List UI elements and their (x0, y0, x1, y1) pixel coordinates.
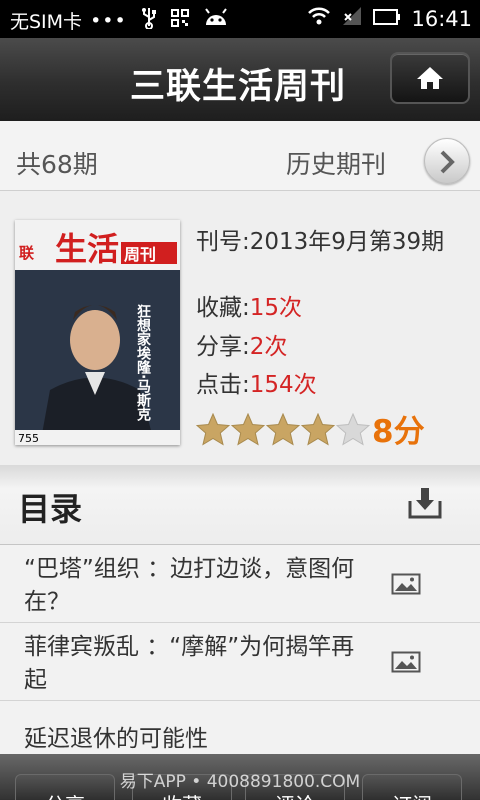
wifi-icon (307, 6, 331, 31)
cover-masthead-left: 联 (19, 244, 35, 262)
watermark-text: 易下APP • 4008891800.COM (119, 772, 361, 792)
home-icon (417, 67, 443, 89)
catalog-item-text: “巴塔”组织 ：边打边谈，意图何在？ (24, 556, 355, 615)
page-title: 三联生活周刊 (130, 67, 347, 107)
chevron-right-icon (440, 150, 455, 174)
shares-value: 2次 (249, 334, 288, 360)
issue-count: 共68期 (16, 150, 98, 179)
history-arrow-button[interactable] (424, 138, 470, 184)
favorites-field: 收藏:15次 (196, 288, 302, 322)
android-icon (203, 8, 229, 33)
clicks-field: 点击:154次 (196, 365, 317, 399)
star-filled-icon (196, 413, 230, 446)
home-button[interactable] (390, 52, 470, 104)
cover-image: 联 生活 周刊 狂想家埃隆·马斯克 755 (15, 220, 180, 445)
more-notifications-dots: ••• (90, 9, 127, 32)
issue-label: 刊号: (196, 229, 250, 255)
image-icon (391, 651, 421, 673)
shares-label: 分享: (196, 334, 250, 360)
rating-stars (196, 413, 371, 446)
magazine-cover[interactable]: 联 生活 周刊 狂想家埃隆·马斯克 755 (15, 220, 180, 445)
clicks-label: 点击: (196, 372, 250, 398)
catalog-item-text: 延迟退休的可能性 (24, 726, 208, 752)
download-button[interactable] (408, 487, 442, 523)
cover-masthead-right: 周刊 (124, 245, 156, 264)
catalog-item[interactable]: 菲律宾叛乱 ：“摩解”为何揭竿再起 (0, 623, 480, 701)
battery-icon (373, 7, 401, 31)
status-bar: 无SIM卡 ••• 16:41 (0, 0, 480, 38)
star-filled-icon (231, 413, 265, 446)
rating-score: 8分 (372, 414, 425, 450)
catalog-item[interactable]: “巴塔”组织 ：边打边谈，意图何在？ (0, 545, 480, 623)
star-filled-icon (266, 413, 300, 446)
favorites-label: 收藏: (196, 295, 250, 321)
clicks-value: 154次 (249, 372, 317, 398)
shares-field: 分享:2次 (196, 327, 287, 361)
issue-value: 2013年9月第39期 (249, 229, 445, 255)
catalog-title: 目录 (18, 490, 83, 528)
star-filled-icon (301, 413, 335, 446)
issues-row: 共68期 历史期刊 (0, 121, 480, 191)
usb-icon (141, 7, 157, 34)
issue-number-field: 刊号:2013年9月第39期 (196, 222, 466, 256)
image-icon (391, 573, 421, 595)
star-empty-icon (336, 413, 370, 446)
favorites-value: 15次 (249, 295, 303, 321)
cover-masthead-main: 生活 (55, 230, 119, 268)
qr-code-icon (170, 9, 189, 32)
signal-icon (341, 6, 363, 31)
carrier-text: 无SIM卡 (10, 11, 83, 33)
cover-issue-number: 755 (18, 432, 39, 445)
cover-headline: 狂想家埃隆·马斯克 (135, 303, 152, 422)
clock-text: 16:41 (411, 6, 472, 31)
catalog-item-text: 菲律宾叛乱 ：“摩解”为何揭竿再起 (24, 634, 355, 693)
download-icon (408, 488, 442, 519)
history-issues-link[interactable]: 历史期刊 (286, 145, 386, 181)
